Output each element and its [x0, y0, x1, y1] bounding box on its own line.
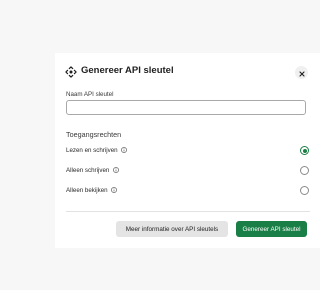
permissions-title: Toegangsrechten	[66, 130, 122, 139]
permission-option-read-write[interactable]: Lezen en schrijven	[66, 145, 310, 157]
permission-option-view-only[interactable]: Alleen bekijken	[66, 185, 310, 197]
dialog-header: Genereer API sleutel	[55, 53, 320, 89]
info-icon[interactable]	[113, 167, 119, 173]
close-button[interactable]	[295, 66, 308, 79]
info-icon[interactable]	[111, 187, 118, 193]
permission-option-write-only[interactable]: Alleen schrijven	[66, 165, 310, 177]
generate-api-key-button[interactable]: Genereer API sleutel	[236, 221, 307, 237]
permission-label: Alleen bekijken	[66, 187, 108, 194]
radio-view-only[interactable]	[300, 186, 309, 195]
api-key-move-icon	[65, 65, 77, 78]
more-info-button[interactable]: Meer informatie over API sleutels	[116, 221, 228, 237]
permission-label: Lezen en schrijven	[66, 147, 118, 154]
info-icon[interactable]	[121, 147, 128, 153]
dialog-title: Genereer API sleutel	[81, 65, 174, 76]
close-icon	[298, 64, 305, 82]
api-key-name-input[interactable]	[66, 100, 306, 115]
permission-label: Alleen schrijven	[66, 167, 110, 174]
radio-write-only[interactable]	[300, 166, 309, 175]
footer-divider	[66, 211, 310, 212]
api-key-name-label: Naam API sleutel	[66, 91, 114, 98]
generate-api-key-dialog: Genereer API sleutel Naam API sleutel To…	[55, 53, 320, 248]
radio-read-write[interactable]	[300, 146, 309, 155]
